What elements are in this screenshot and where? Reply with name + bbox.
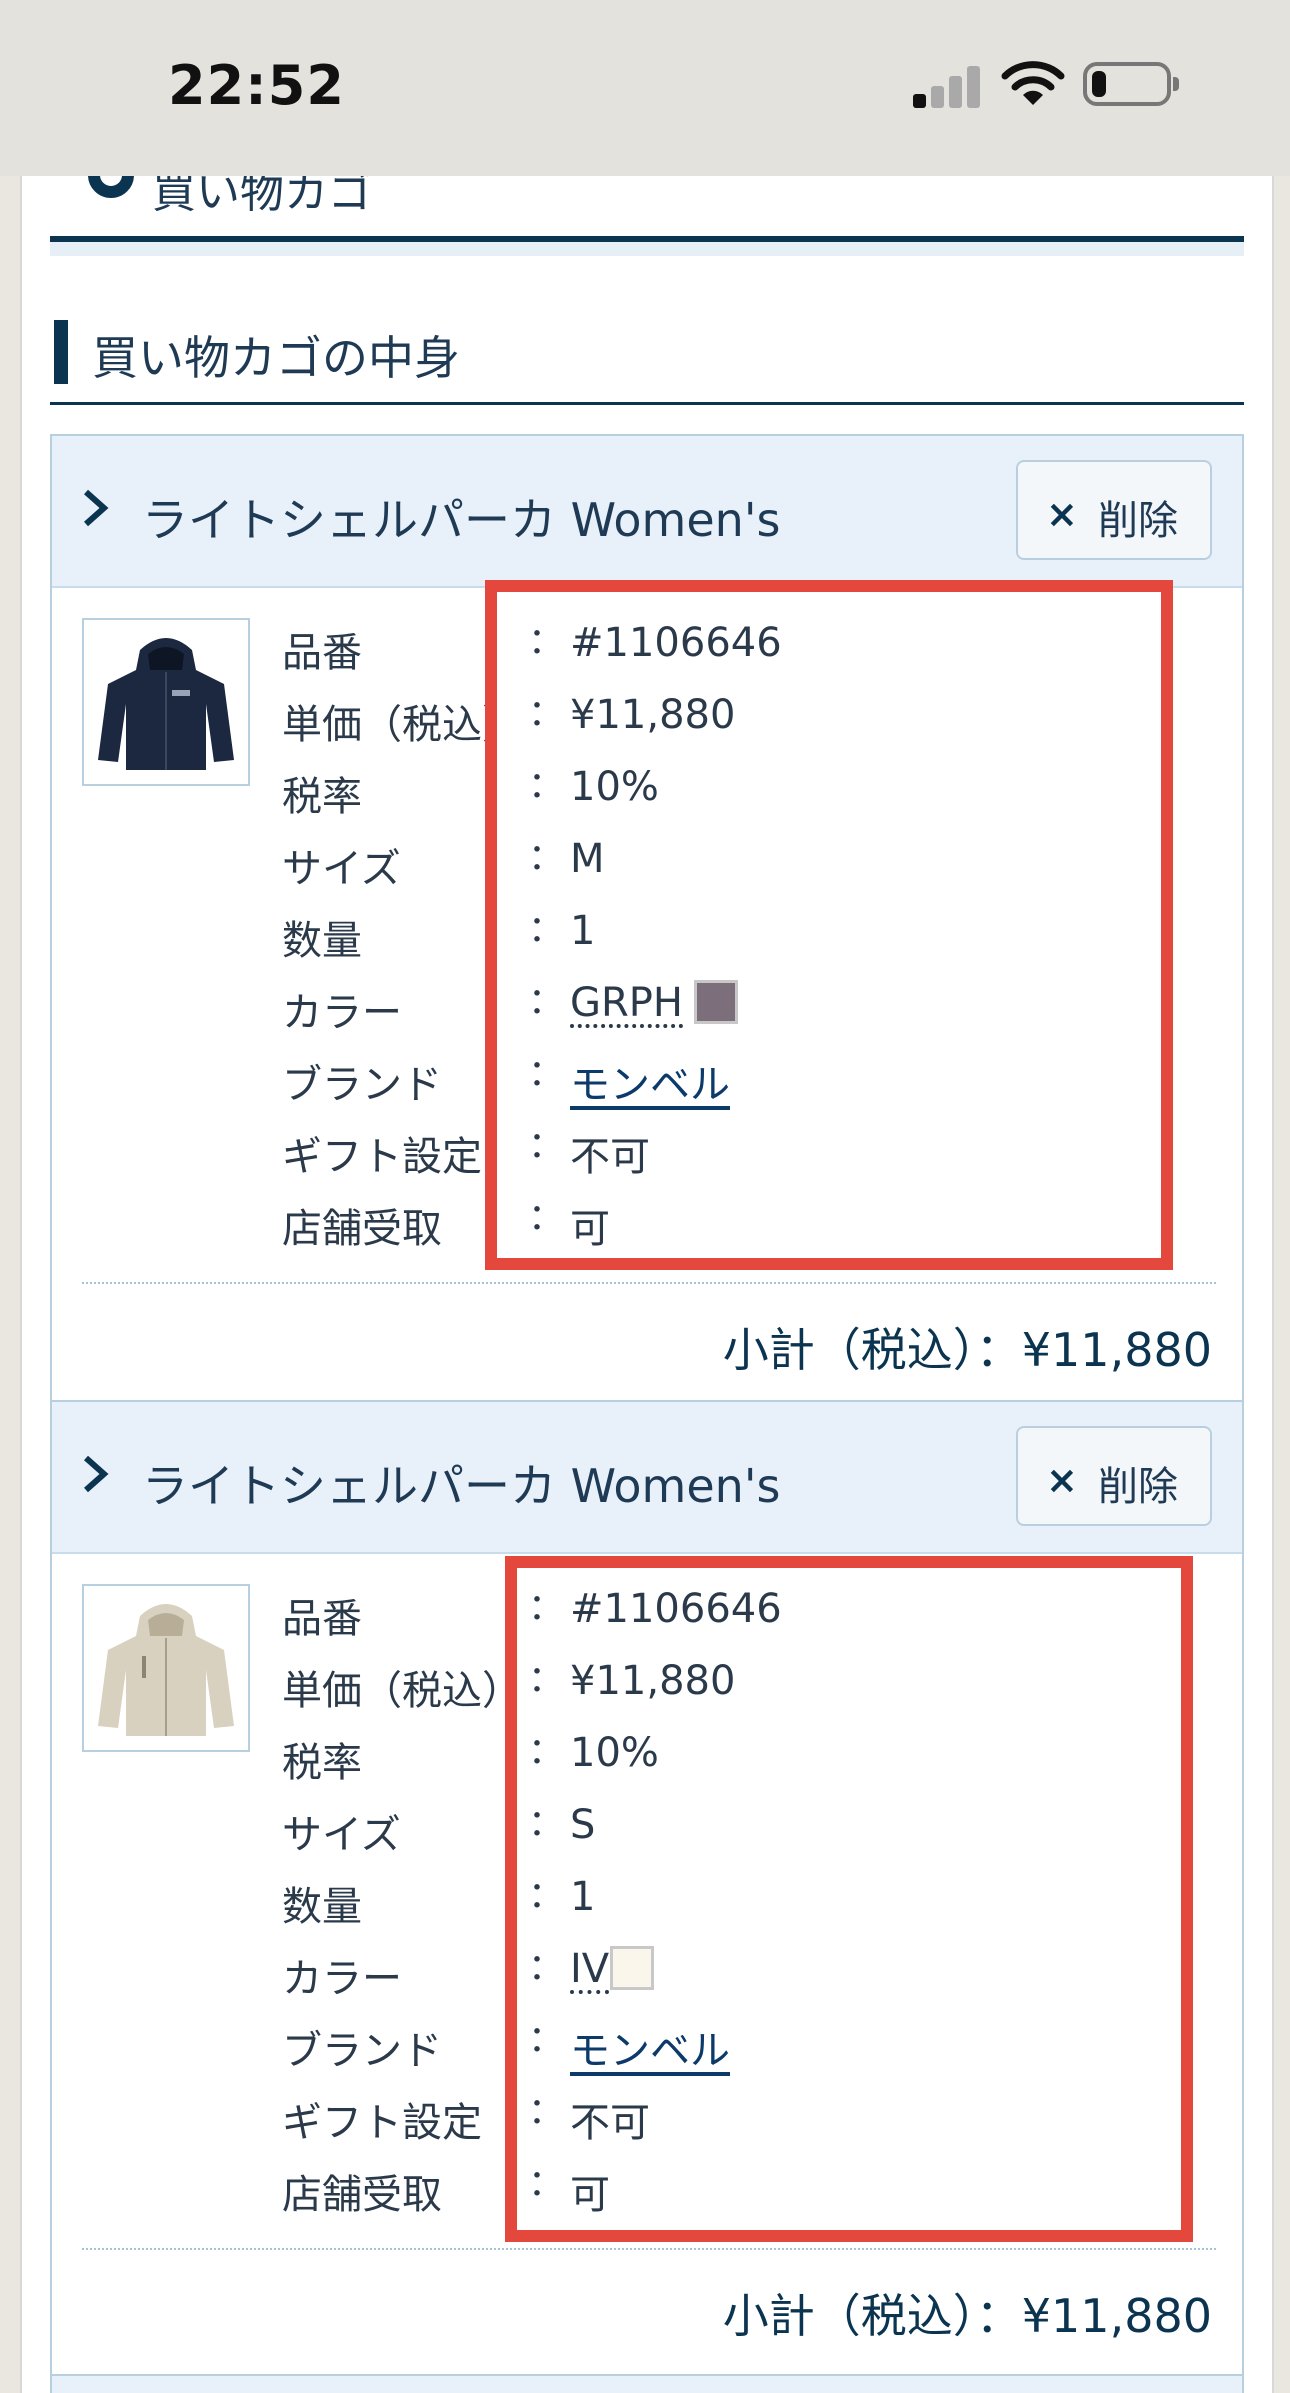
cart-heading: 買い物カゴ (152, 176, 372, 218)
cart-item-header: ライトシェルパーカ Women's × 削除 (52, 1402, 1242, 1554)
subtotal: 小計（税込）：¥11,880 (722, 2289, 1212, 2343)
next-cart-item-header (50, 2374, 1244, 2393)
clock: 22:52 (168, 54, 345, 117)
chevron-right-icon[interactable] (80, 1454, 110, 1494)
chevron-right-icon[interactable] (80, 488, 110, 528)
subtotal-divider (82, 1282, 1216, 1284)
close-icon: × (1046, 492, 1078, 536)
delete-label: 削除 (1098, 498, 1178, 544)
cart-heading-icon (88, 176, 134, 198)
jacket-image (98, 1604, 234, 1736)
item-title[interactable]: ライトシェルパーカ Women's (142, 1450, 780, 1516)
delete-button[interactable]: × 削除 (1016, 1426, 1212, 1526)
cellular-signal-icon (913, 64, 983, 108)
section-title-text: 買い物カゴの中身 (92, 331, 460, 385)
highlight-box (485, 580, 1173, 1270)
highlight-box (505, 1556, 1193, 2242)
delete-label: 削除 (1098, 1464, 1178, 1510)
product-thumbnail[interactable] (82, 618, 250, 786)
item-title[interactable]: ライトシェルパーカ Women's (142, 484, 780, 550)
cart-item-header: ライトシェルパーカ Women's × 削除 (52, 436, 1242, 588)
section-title: 買い物カゴの中身 (50, 312, 1244, 405)
status-bar: 22:52 (0, 0, 1290, 176)
battery-icon (1083, 62, 1179, 106)
delete-button[interactable]: × 削除 (1016, 460, 1212, 560)
cart-header: 買い物カゴ (70, 176, 1260, 226)
subtotal-divider (82, 2248, 1216, 2250)
section-title-bar (54, 320, 68, 384)
close-icon: × (1046, 1458, 1078, 1502)
header-rule-shadow (50, 242, 1244, 256)
wifi-icon (1001, 61, 1065, 105)
product-thumbnail[interactable] (82, 1584, 250, 1752)
jacket-image (98, 638, 234, 770)
subtotal: 小計（税込）：¥11,880 (722, 1323, 1212, 1377)
